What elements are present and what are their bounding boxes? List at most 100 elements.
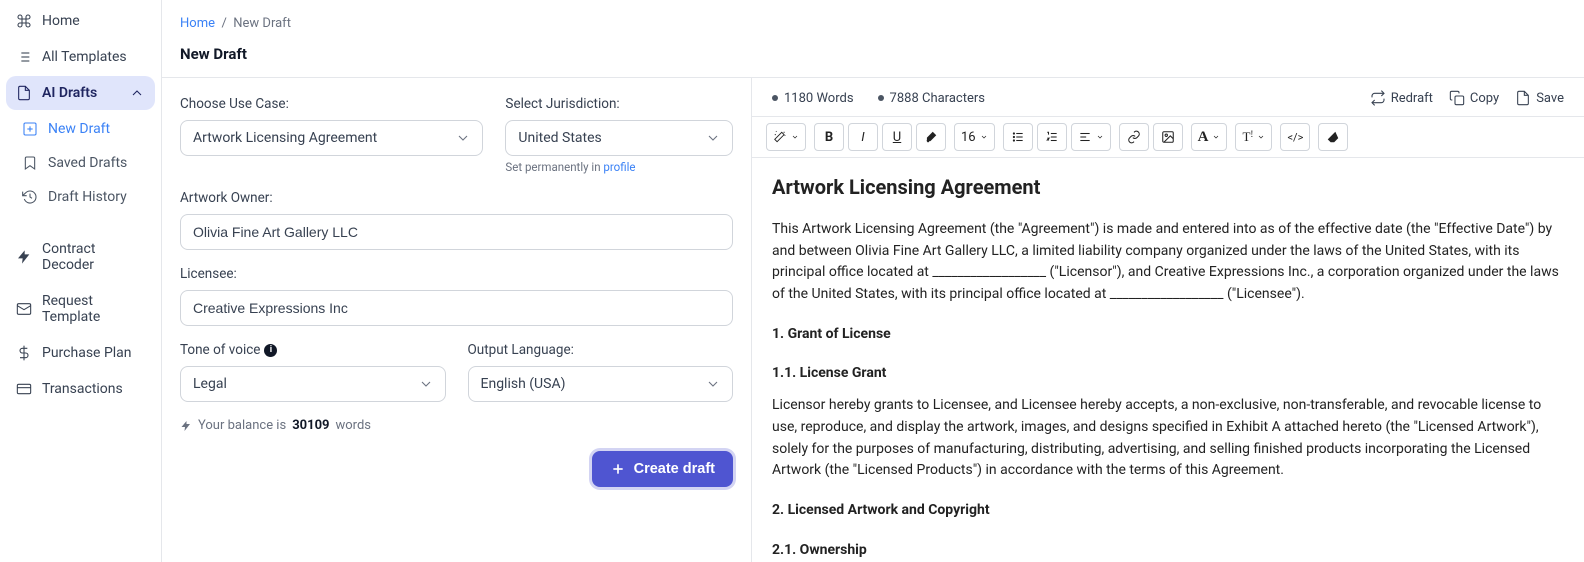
plus-square-icon [22, 121, 38, 137]
doc-heading: 2. Licensed Artwork and Copyright [772, 500, 1564, 522]
char-count: 7888 Characters [878, 91, 985, 106]
tone-select[interactable]: Legal [180, 366, 446, 402]
ol-button[interactable] [1037, 123, 1067, 151]
sidebar-label: Saved Drafts [48, 155, 127, 171]
info-icon[interactable]: i [264, 344, 277, 357]
eraser-button[interactable] [1318, 123, 1348, 151]
breadcrumb-sep: / [218, 16, 233, 31]
mail-icon [16, 301, 32, 317]
jurisdiction-hint: Set permanently in profile [505, 160, 733, 174]
sidebar-label: Draft History [48, 189, 127, 205]
content-row: Choose Use Case: Artwork Licensing Agree… [162, 77, 1584, 562]
bolt-icon [180, 420, 192, 432]
create-draft-button[interactable]: Create draft [592, 451, 733, 487]
sidebar-item-transactions[interactable]: Transactions [6, 372, 155, 406]
form-panel: Choose Use Case: Artwork Licensing Agree… [162, 78, 752, 562]
chevron-down-icon [1257, 133, 1265, 141]
chevron-down-icon [1212, 133, 1220, 141]
highlight-button[interactable] [916, 123, 946, 151]
sidebar-item-templates[interactable]: All Templates [6, 40, 155, 74]
ul-button[interactable] [1003, 123, 1033, 151]
lang-label: Output Language: [468, 342, 734, 358]
licensee-label: Licensee: [180, 266, 733, 282]
main: Home / New Draft New Draft Choose Use Ca… [162, 0, 1584, 562]
doc-heading: 2.1. Ownership [772, 540, 1564, 562]
italic-button[interactable]: I [848, 123, 878, 151]
owner-label: Artwork Owner: [180, 190, 733, 206]
save-icon [1515, 90, 1531, 106]
lang-select[interactable]: English (USA) [468, 366, 734, 402]
font-size-select[interactable]: 16 [954, 123, 995, 151]
sidebar-sub: New Draft Saved Drafts Draft History [6, 112, 155, 214]
sidebar-item-purchase-plan[interactable]: Purchase Plan [6, 336, 155, 370]
list-ol-icon [1045, 130, 1059, 144]
highlight-icon [924, 130, 938, 144]
breadcrumb-home[interactable]: Home [180, 16, 215, 31]
doc-heading: 1. Grant of License [772, 324, 1564, 346]
sidebar: Home All Templates AI Drafts New Draft S… [0, 0, 162, 562]
bookmark-icon [22, 155, 38, 171]
doc-para: This Artwork Licensing Agreement (the "A… [772, 219, 1564, 306]
sidebar-label: Contract Decoder [42, 241, 145, 273]
word-count: 1180 Words [772, 91, 854, 106]
jurisdiction-label: Select Jurisdiction: [505, 96, 733, 112]
text-format-button[interactable]: T! [1235, 123, 1272, 151]
sidebar-label: Purchase Plan [42, 345, 132, 361]
wand-icon [773, 130, 787, 144]
sidebar-item-request-template[interactable]: Request Template [6, 284, 155, 334]
profile-link[interactable]: profile [603, 160, 635, 174]
sidebar-label: All Templates [42, 49, 127, 65]
text-color-button[interactable]: A [1191, 123, 1228, 151]
list-icon [16, 49, 32, 65]
plus-icon [610, 461, 626, 477]
bold-button[interactable]: B [814, 123, 844, 151]
sidebar-item-saved-drafts[interactable]: Saved Drafts [12, 146, 155, 180]
jurisdiction-select[interactable]: United States [505, 120, 733, 156]
chevron-down-icon [980, 133, 988, 141]
doc-para: Licensor hereby grants to Licensee, and … [772, 395, 1564, 482]
code-button[interactable]: </> [1280, 123, 1310, 151]
command-icon [16, 13, 32, 29]
use-case-select[interactable]: Artwork Licensing Agreement [180, 120, 483, 156]
owner-input[interactable] [180, 214, 733, 250]
redraft-button[interactable]: Redraft [1370, 90, 1433, 106]
align-button[interactable] [1071, 123, 1111, 151]
doc-title: Artwork Licensing Agreement [772, 172, 1564, 203]
doc-heading: 1.1. License Grant [772, 363, 1564, 385]
sidebar-item-draft-history[interactable]: Draft History [12, 180, 155, 214]
chevron-down-icon [791, 133, 799, 141]
sidebar-label: New Draft [48, 121, 110, 137]
history-icon [22, 189, 38, 205]
sidebar-item-ai-drafts[interactable]: AI Drafts [6, 76, 155, 110]
balance-text: Your balance is 30109 words [180, 418, 733, 433]
card-icon [16, 381, 32, 397]
bolt-icon [16, 249, 32, 265]
eraser-icon [1326, 130, 1340, 144]
sidebar-item-contract-decoder[interactable]: Contract Decoder [6, 232, 155, 282]
underline-button[interactable]: U [882, 123, 912, 151]
image-icon [1161, 130, 1175, 144]
image-button[interactable] [1153, 123, 1183, 151]
list-ul-icon [1011, 130, 1025, 144]
document-icon [16, 85, 32, 101]
editor-stats: 1180 Words 7888 Characters Redraft Copy … [752, 78, 1584, 116]
licensee-input[interactable] [180, 290, 733, 326]
align-icon [1078, 130, 1092, 144]
sidebar-label: AI Drafts [42, 85, 97, 101]
sidebar-label: Request Template [42, 293, 145, 325]
breadcrumb: Home / New Draft [162, 0, 1584, 39]
chevron-up-icon [129, 85, 145, 101]
breadcrumb-current: New Draft [233, 16, 291, 31]
editor-body[interactable]: Artwork Licensing Agreement This Artwork… [752, 158, 1584, 562]
link-icon [1127, 130, 1141, 144]
magic-button[interactable] [766, 123, 806, 151]
tone-label: Tone of voice i [180, 342, 446, 358]
sidebar-item-new-draft[interactable]: New Draft [12, 112, 155, 146]
use-case-label: Choose Use Case: [180, 96, 483, 112]
copy-button[interactable]: Copy [1449, 90, 1499, 106]
chevron-down-icon [1096, 133, 1104, 141]
save-button[interactable]: Save [1515, 90, 1564, 106]
sidebar-item-home[interactable]: Home [6, 4, 155, 38]
copy-icon [1449, 90, 1465, 106]
link-button[interactable] [1119, 123, 1149, 151]
